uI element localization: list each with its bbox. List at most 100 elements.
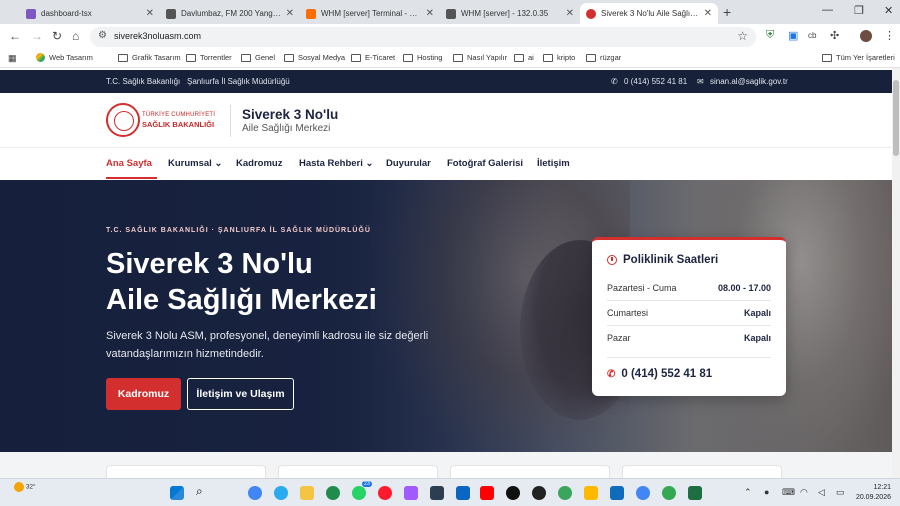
- nav-item-kadromuz[interactable]: Kadromuz: [236, 158, 282, 169]
- bookmark-folder[interactable]: Sosyal Medya: [284, 53, 345, 62]
- whatsapp-icon[interactable]: 23: [352, 481, 372, 500]
- bookmark-folder[interactable]: kripto: [543, 53, 575, 62]
- address-bar[interactable]: ⚙ siverek3noluasm.com ☆: [90, 27, 756, 47]
- kadromuz-button[interactable]: Kadromuz: [106, 378, 181, 410]
- bookmark-folder[interactable]: Nasıl Yapılır: [453, 53, 507, 62]
- file-explorer-icon[interactable]: [300, 486, 314, 500]
- notepad-icon[interactable]: [610, 486, 624, 500]
- forward-icon[interactable]: →: [31, 29, 43, 43]
- nav-item-duyurular[interactable]: Duyurular: [386, 158, 431, 169]
- figma-icon[interactable]: [404, 486, 418, 500]
- browser-tab[interactable]: dashboard-tsx ✕: [20, 3, 160, 24]
- maximize-icon[interactable]: ❐: [854, 4, 864, 17]
- extension-cb-icon[interactable]: cb: [808, 31, 816, 40]
- chatgpt-icon[interactable]: [506, 486, 520, 500]
- card-title: Poliklinik Saatleri: [607, 254, 718, 266]
- nav-item-iletisim[interactable]: İletişim: [537, 158, 570, 169]
- nav-item-ana-sayfa[interactable]: Ana Sayfa: [106, 158, 152, 169]
- app-icon[interactable]: [662, 486, 676, 500]
- sun-icon: [14, 482, 24, 492]
- browser-tab[interactable]: Davlumbaz, FM 200 Yangın Sönd ✕: [160, 3, 300, 24]
- wifi-icon[interactable]: ◠: [800, 487, 808, 498]
- battery-icon[interactable]: ▭: [836, 487, 845, 498]
- apps-grid-icon[interactable]: ▦: [8, 53, 17, 64]
- service-card: [278, 465, 438, 479]
- extensions-puzzle-icon[interactable]: ✣: [830, 29, 839, 42]
- telegram-icon[interactable]: [274, 486, 288, 500]
- close-tab-icon[interactable]: ✕: [566, 8, 574, 19]
- bookmark-folder[interactable]: E-Ticaret: [351, 53, 395, 62]
- header-divider: [230, 105, 231, 137]
- bookmark-folder[interactable]: ai: [514, 53, 534, 62]
- tab-title: WHM [server] - 132.0.35: [461, 9, 549, 18]
- bookmark-star-icon[interactable]: ☆: [737, 29, 748, 43]
- url-text: siverek3noluasm.com: [114, 31, 202, 41]
- home-icon[interactable]: ⌂: [72, 29, 79, 43]
- bookmark-folder[interactable]: Genel: [241, 53, 275, 62]
- app-icon[interactable]: [456, 486, 470, 500]
- windows-start-icon[interactable]: [170, 486, 184, 500]
- volume-icon[interactable]: ◁: [818, 487, 825, 498]
- chatgpt-icon[interactable]: [532, 486, 546, 500]
- tab-favicon-icon: [586, 8, 596, 19]
- extension-badge-icon[interactable]: ▣: [788, 29, 798, 42]
- minimize-icon[interactable]: —: [822, 4, 833, 16]
- mail-icon: ✉: [697, 77, 704, 86]
- tab-title: Siverek 3 No'lu Aile Sağlığı Mer: [601, 9, 700, 18]
- bookmark-folder[interactable]: Torrentler: [186, 53, 232, 62]
- profile-avatar[interactable]: [860, 30, 872, 42]
- tray-chevron-icon[interactable]: ⌃: [744, 487, 752, 498]
- close-tab-icon[interactable]: ✕: [426, 8, 434, 19]
- folder-icon: [514, 53, 524, 62]
- directorate-link[interactable]: Şanlıurfa İl Sağlık Müdürlüğü: [187, 77, 290, 86]
- bookmark-folder[interactable]: Grafik Tasarım: [118, 53, 181, 62]
- tray-app-icon[interactable]: ●: [764, 487, 769, 497]
- keyboard-icon[interactable]: ⌨: [782, 487, 795, 498]
- youtube-icon[interactable]: [480, 486, 494, 500]
- search-icon[interactable]: ⌕: [196, 484, 210, 498]
- site-subtitle: Aile Sağlığı Merkezi: [242, 123, 331, 134]
- opera-icon[interactable]: [378, 486, 392, 500]
- page-scrollbar[interactable]: [892, 68, 900, 478]
- browser-tab-active[interactable]: Siverek 3 No'lu Aile Sağlığı Mer ✕: [580, 3, 718, 24]
- hero-description: Siverek 3 Nolu ASM, profesyonel, deneyim…: [106, 330, 429, 360]
- browser-tab[interactable]: WHM [server] - 132.0.35 ✕: [440, 3, 580, 24]
- bookmark-folder[interactable]: Hosting: [403, 53, 442, 62]
- bookmark-item[interactable]: Web Tasarım: [36, 53, 93, 62]
- nav-item-hasta-rehberi[interactable]: Hasta Rehberi ⌄: [299, 158, 374, 169]
- chrome-icon[interactable]: [248, 486, 262, 500]
- weather-widget[interactable]: 32°: [14, 482, 36, 492]
- chrome-icon[interactable]: [636, 486, 650, 500]
- close-tab-icon[interactable]: ✕: [146, 8, 154, 19]
- close-tab-icon[interactable]: ✕: [704, 8, 712, 19]
- browser-tab[interactable]: WHM [server] Terminal - 132.0. ✕: [300, 3, 440, 24]
- ministry-logo-icon[interactable]: [106, 103, 140, 137]
- reload-icon[interactable]: ↻: [52, 29, 62, 43]
- bookmark-folder[interactable]: rüzgar: [586, 53, 621, 62]
- menu-kebab-icon[interactable]: ⋮: [884, 29, 895, 42]
- site-info-icon[interactable]: ⚙: [98, 30, 107, 41]
- taskbar-clock[interactable]: 12:21 20.09.2026: [856, 483, 891, 503]
- back-icon[interactable]: ←: [9, 29, 21, 43]
- all-bookmarks-folder[interactable]: Tüm Yer İşaretleri: [822, 53, 895, 62]
- close-tab-icon[interactable]: ✕: [286, 8, 294, 19]
- shield-extension-icon[interactable]: ⛨: [766, 29, 774, 42]
- site-name[interactable]: Siverek 3 No'lu: [242, 107, 338, 122]
- nav-item-kurumsal[interactable]: Kurumsal ⌄: [168, 158, 222, 169]
- folder-icon: [453, 53, 463, 62]
- nav-item-fotograf-galerisi[interactable]: Fotoğraf Galerisi: [447, 158, 523, 169]
- ministry-link[interactable]: T.C. Sağlık Bakanlığı: [106, 77, 180, 86]
- tab-title: Davlumbaz, FM 200 Yangın Sönd: [181, 9, 282, 18]
- app-icon[interactable]: [584, 486, 598, 500]
- service-card: [622, 465, 782, 479]
- topbar-email[interactable]: sinan.al@saglik.gov.tr: [710, 77, 788, 86]
- card-phone[interactable]: ✆ 0 (414) 552 41 81: [607, 368, 712, 380]
- excel-icon[interactable]: [688, 486, 702, 500]
- edge-icon[interactable]: [326, 486, 340, 500]
- store-icon[interactable]: [430, 486, 444, 500]
- contact-directions-button[interactable]: İletişim ve Ulaşım: [187, 378, 294, 410]
- app-icon[interactable]: [558, 486, 572, 500]
- new-tab-icon[interactable]: +: [723, 4, 731, 20]
- topbar-phone[interactable]: 0 (414) 552 41 81: [624, 77, 687, 86]
- window-close-icon[interactable]: ✕: [884, 4, 893, 17]
